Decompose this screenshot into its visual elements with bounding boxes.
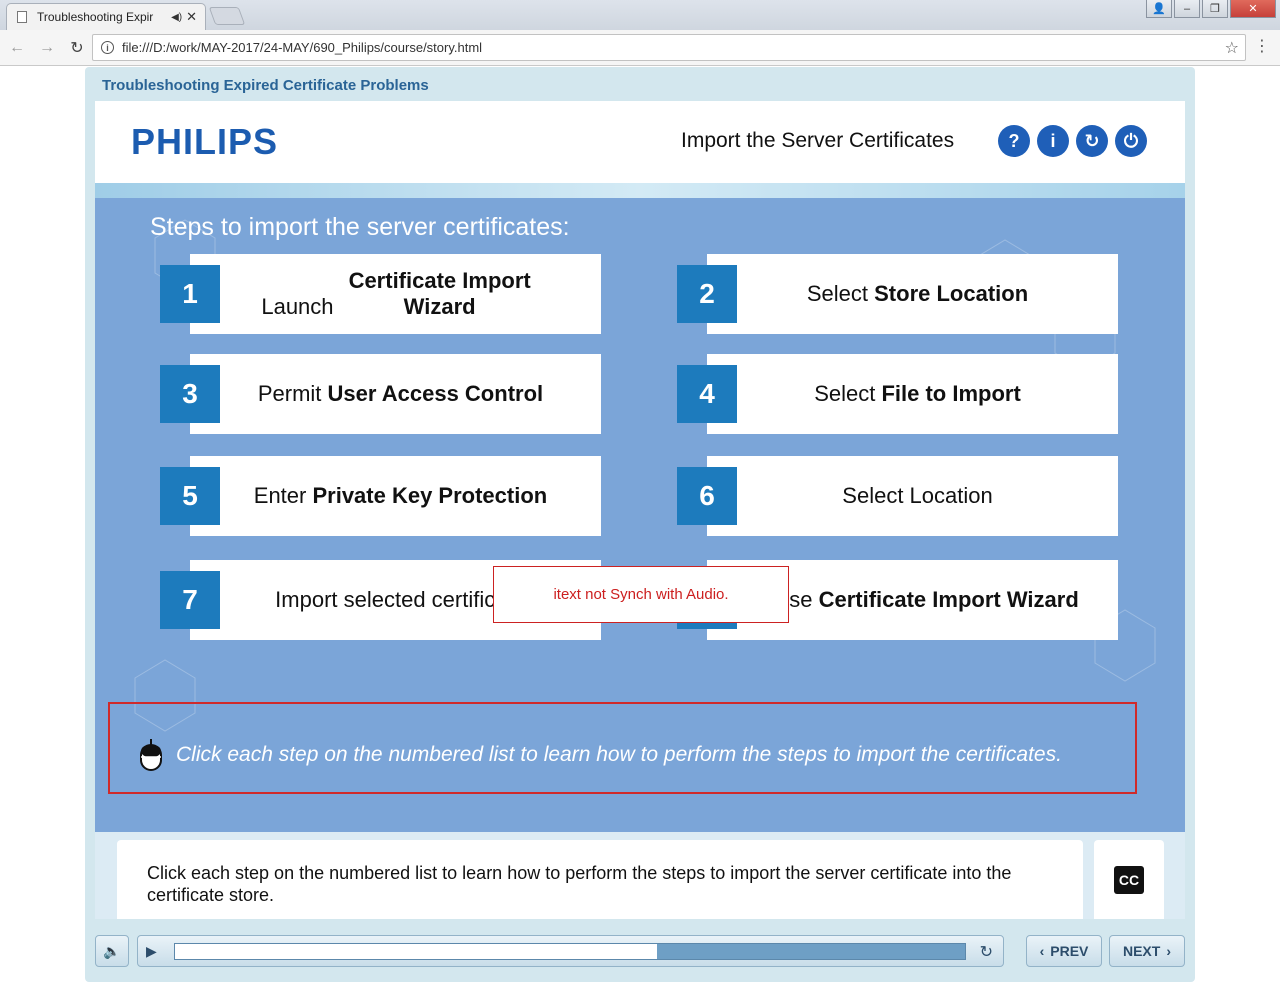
step-7-number: 7 bbox=[160, 571, 220, 629]
step-4-bold: File to Import bbox=[881, 381, 1021, 406]
step-2-text: Select Store Location bbox=[807, 281, 1028, 307]
step-5-pre: Enter bbox=[253, 483, 313, 508]
step-4-number: 4 bbox=[677, 365, 737, 423]
tab-title: Troubleshooting Expir bbox=[37, 10, 154, 24]
course-title: Troubleshooting Expired Certificate Prob… bbox=[102, 77, 429, 94]
step-5-bold: Private Key Protection bbox=[312, 483, 548, 508]
step-8-text: Close Certificate Import Wizard bbox=[756, 587, 1079, 613]
slide-title: Import the Server Certificates bbox=[681, 129, 955, 152]
step-3-bold: User Access Control bbox=[327, 381, 544, 406]
instruction-text: Click each step on the numbered list to … bbox=[176, 743, 1062, 766]
instruction-box: Click each step on the numbered list to … bbox=[108, 702, 1137, 794]
help-icon[interactable]: ? bbox=[998, 125, 1030, 157]
speaker-icon[interactable]: ◀) bbox=[171, 12, 182, 23]
step-5-text: Enter Private Key Protection bbox=[254, 483, 547, 509]
step-3-number: 3 bbox=[160, 365, 220, 423]
step-4-label: Select File to Import bbox=[707, 354, 1118, 434]
window-controls: 👤 – ❐ ✕ bbox=[1146, 0, 1276, 18]
cc-icon: CC bbox=[1113, 865, 1145, 894]
prev-button[interactable]: ‹ PREV bbox=[1026, 935, 1102, 967]
step-1[interactable]: Launch Certificate Import Wizard 1 bbox=[160, 254, 601, 334]
url-text[interactable]: file:///D:/work/MAY-2017/24-MAY/690_Phil… bbox=[122, 40, 1225, 55]
replay-slide-icon[interactable]: ↻ bbox=[980, 942, 993, 962]
chevron-left-icon: ‹ bbox=[1039, 943, 1045, 959]
closed-caption-button[interactable]: CC bbox=[1094, 840, 1164, 919]
step-8-bold: Certificate Import Wizard bbox=[818, 587, 1079, 612]
step-4-pre: Select bbox=[814, 381, 882, 406]
player-controls: 🔈 ▶ ↻ ‹ PREV NEXT › bbox=[95, 935, 1185, 969]
step-2-number: 2 bbox=[677, 265, 737, 323]
speaker-volume-icon: 🔈 bbox=[103, 942, 121, 959]
close-tab-icon[interactable]: ✕ bbox=[186, 9, 197, 25]
caption-text: Click each step on the numbered list to … bbox=[117, 840, 1083, 919]
maximize-button[interactable]: ❐ bbox=[1202, 0, 1228, 18]
document-icon bbox=[17, 11, 27, 23]
course-player: Troubleshooting Expired Certificate Prob… bbox=[85, 67, 1195, 982]
step-6-label: Select Location bbox=[707, 456, 1118, 536]
prev-label: PREV bbox=[1050, 943, 1089, 959]
step-6-text: Select Location bbox=[842, 483, 993, 508]
step-1-label: Launch Certificate Import Wizard bbox=[190, 254, 601, 334]
step-5[interactable]: Enter Private Key Protection 5 bbox=[160, 456, 601, 536]
step-2-label: Select Store Location bbox=[707, 254, 1118, 334]
step-2-bold: Store Location bbox=[874, 281, 1029, 306]
philips-logo: PHILIPS bbox=[131, 121, 279, 162]
chevron-right-icon: › bbox=[1166, 943, 1171, 959]
progress-fill bbox=[175, 944, 657, 959]
step-3-label: Permit User Access Control bbox=[190, 354, 601, 434]
browser-tab[interactable]: Troubleshooting Expir ◀) ✕ bbox=[6, 3, 206, 30]
play-icon[interactable]: ▶ bbox=[146, 943, 157, 960]
step-2-pre: Select bbox=[806, 281, 875, 306]
step-1-bold: Certificate Import Wizard bbox=[348, 268, 531, 319]
step-2[interactable]: Select Store Location 2 bbox=[677, 254, 1118, 334]
close-window-button[interactable]: ✕ bbox=[1230, 0, 1276, 18]
reload-icon[interactable]: ↻ bbox=[64, 35, 90, 61]
next-button[interactable]: NEXT › bbox=[1109, 935, 1185, 967]
bookmark-star-icon[interactable]: ☆ bbox=[1225, 38, 1239, 58]
info-icon[interactable]: i bbox=[1037, 125, 1069, 157]
step-1-text: Launch Certificate Import Wizard bbox=[261, 268, 539, 320]
review-note: itext not Synch with Audio. bbox=[493, 566, 789, 623]
step-5-label: Enter Private Key Protection bbox=[190, 456, 601, 536]
progress-track[interactable] bbox=[174, 943, 966, 960]
step-6[interactable]: Select Location 6 bbox=[677, 456, 1118, 536]
step-4-text: Select File to Import bbox=[814, 381, 1021, 407]
power-icon[interactable]: ⏻ bbox=[1115, 125, 1147, 157]
step-6-number: 6 bbox=[677, 467, 737, 525]
mouse-icon bbox=[140, 739, 162, 771]
next-label: NEXT bbox=[1122, 943, 1161, 959]
step-3-pre: Permit bbox=[257, 381, 328, 406]
step-5-number: 5 bbox=[160, 467, 220, 525]
slide-header: PHILIPS Import the Server Certificates ?… bbox=[95, 101, 1185, 183]
site-info-icon[interactable]: i bbox=[101, 41, 114, 54]
back-icon[interactable]: ← bbox=[4, 35, 30, 61]
step-3[interactable]: Permit User Access Control 3 bbox=[160, 354, 601, 434]
slide: PHILIPS Import the Server Certificates ?… bbox=[95, 101, 1185, 919]
address-bar[interactable]: i file:///D:/work/MAY-2017/24-MAY/690_Ph… bbox=[92, 34, 1246, 61]
new-tab-button[interactable] bbox=[208, 7, 246, 25]
replay-icon[interactable]: ↻ bbox=[1076, 125, 1108, 157]
browser-toolbar: ← → ↻ i file:///D:/work/MAY-2017/24-MAY/… bbox=[0, 30, 1280, 66]
volume-button[interactable]: 🔈 bbox=[95, 935, 129, 967]
step-7-text: Import selected certificate bbox=[275, 587, 526, 612]
step-1-number: 1 bbox=[160, 265, 220, 323]
caption-area: Click each step on the numbered list to … bbox=[95, 832, 1185, 919]
minimize-button[interactable]: – bbox=[1174, 0, 1200, 18]
header-band bbox=[95, 183, 1185, 198]
browser-menu-icon[interactable]: ⋮ bbox=[1254, 39, 1270, 55]
steps-heading: Steps to import the server certificates: bbox=[150, 213, 570, 241]
browser-tab-strip: Troubleshooting Expir ◀) ✕ 👤 – ❐ ✕ bbox=[0, 0, 1280, 30]
forward-icon[interactable]: → bbox=[34, 35, 60, 61]
step-3-text: Permit User Access Control bbox=[258, 381, 543, 407]
step-4[interactable]: Select File to Import 4 bbox=[677, 354, 1118, 434]
step-1-pre: Launch bbox=[261, 294, 340, 319]
profile-icon[interactable]: 👤 bbox=[1146, 0, 1172, 18]
seekbar[interactable]: ▶ ↻ bbox=[137, 935, 1004, 967]
